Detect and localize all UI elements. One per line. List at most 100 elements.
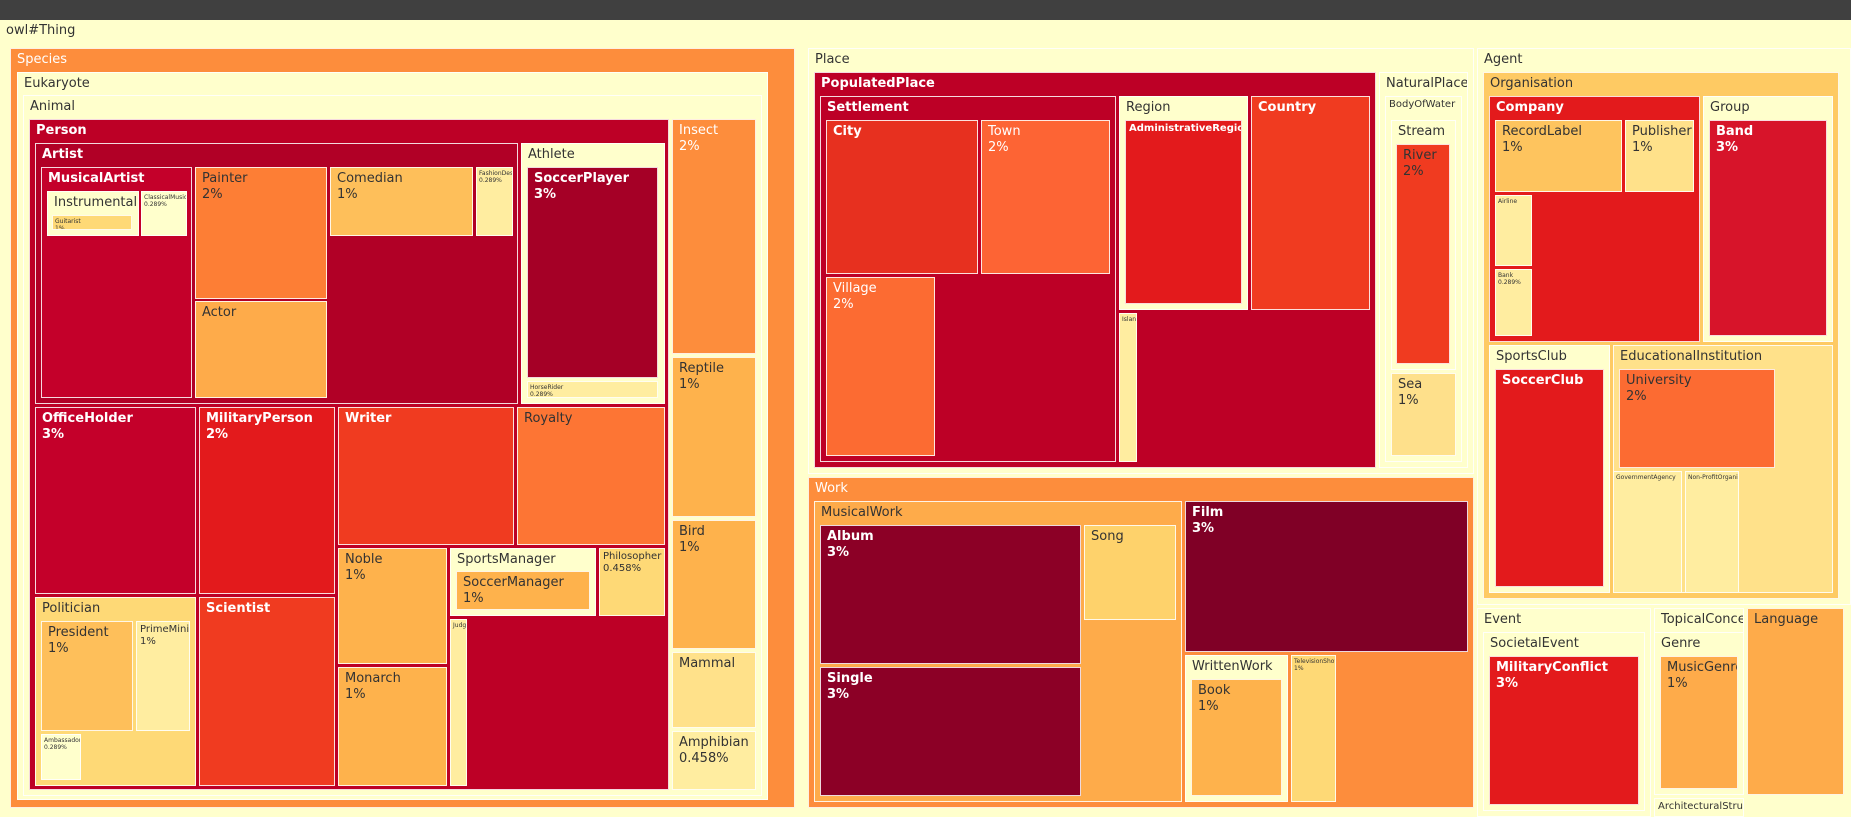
treemap-tile-noble[interactable]: Noble 1% xyxy=(338,548,447,664)
tile-label: Actor xyxy=(202,305,236,321)
tile-percent: 3% xyxy=(827,687,850,702)
treemap-tile-film[interactable]: Film 3% xyxy=(1185,501,1468,652)
tile-label: Country xyxy=(1258,100,1316,116)
treemap-tile-athlete-small[interactable]: HorseRider 0.289% xyxy=(527,381,658,398)
treemap-tile-band[interactable]: Band 3% xyxy=(1709,120,1827,336)
tile-label: Band 3% xyxy=(1716,124,1753,156)
treemap-tile-single[interactable]: Single 3% xyxy=(820,667,1081,796)
tile-label: Region xyxy=(1126,100,1171,116)
tile-label-text: Comedian xyxy=(337,171,403,186)
treemap-tile-mammal[interactable]: Mammal xyxy=(672,652,756,728)
treemap-tile-scientist[interactable]: Scientist xyxy=(199,597,335,786)
treemap-tile-reptile[interactable]: Reptile 1% xyxy=(672,357,756,517)
treemap-tile-televisionshow[interactable]: TelevisionShow 1% xyxy=(1291,655,1336,802)
tile-percent: 1% xyxy=(337,187,358,202)
tile-label: Guitarist 1% xyxy=(55,218,81,229)
treemap-tile-nonprofit[interactable]: Non-ProfitOrganisation xyxy=(1685,471,1739,593)
tile-label: Scientist xyxy=(206,601,270,617)
tile-percent: 0.289% xyxy=(1498,279,1521,286)
treemap-tile-adminregion[interactable]: AdministrativeRegion xyxy=(1125,120,1242,304)
treemap-tile-archstructure[interactable]: ArchitecturalStructure xyxy=(1654,798,1744,817)
tile-label: Genre xyxy=(1661,636,1700,652)
treemap-tile-song[interactable]: Song xyxy=(1084,525,1176,620)
treemap-tile-soccerclub[interactable]: SoccerClub xyxy=(1495,369,1604,587)
treemap-tile-bank[interactable]: Bank 0.289% xyxy=(1495,269,1532,336)
treemap-tile-sea[interactable]: Sea 1% xyxy=(1391,373,1456,456)
treemap-tile-publisher[interactable]: Publisher 1% xyxy=(1625,120,1694,192)
treemap-tile-primeminister[interactable]: PrimeMinister1% xyxy=(136,621,190,731)
treemap-tile-militaryperson[interactable]: MilitaryPerson 2% xyxy=(199,407,335,594)
treemap-tile-album[interactable]: Album 3% xyxy=(820,525,1081,664)
tile-label-text: Agent xyxy=(1484,52,1523,67)
treemap-tile-person-small[interactable]: Judge xyxy=(450,619,467,786)
treemap-tile-soccerplayer[interactable]: SoccerPlayer 3% xyxy=(527,167,658,378)
treemap-tile-soccermanager[interactable]: SoccerManager 1% xyxy=(456,571,590,610)
treemap-tile-university[interactable]: University 2% xyxy=(1619,369,1775,468)
tile-label-text: Actor xyxy=(202,305,237,320)
treemap-tile-pp-small[interactable]: Island xyxy=(1119,313,1137,462)
treemap-tile-actor[interactable]: Actor xyxy=(195,301,327,398)
tile-label-text: Region xyxy=(1126,100,1171,115)
tile-label: Reptile 1% xyxy=(679,361,724,393)
treemap-tile-royalty[interactable]: Royalty xyxy=(517,407,665,545)
treemap-tile-amphibian[interactable]: Amphibian 0.458% xyxy=(672,731,756,790)
treemap-tile-govagency[interactable]: GovernmentAgency xyxy=(1613,471,1682,593)
tile-label-text: PrimeMinister xyxy=(140,624,190,635)
treemap-tile-river[interactable]: River 2% xyxy=(1396,144,1450,364)
tile-label-text: Book xyxy=(1198,683,1231,698)
tile-label: Airline xyxy=(1498,198,1517,205)
tile-label-text: OfficeHolder xyxy=(42,411,133,426)
tile-label: Instrumentalist xyxy=(54,195,138,211)
tile-label: SportsManager xyxy=(457,552,556,568)
tile-label: Island xyxy=(1122,316,1136,323)
tile-label: Eukaryote xyxy=(24,76,90,92)
tile-label: Place xyxy=(815,52,850,68)
tile-label: SoccerManager 1% xyxy=(463,575,564,607)
treemap-tile-painter[interactable]: Painter 2% xyxy=(195,167,327,299)
treemap-tile-fashiondesigner[interactable]: FashionDesigner0.289% xyxy=(476,167,513,236)
treemap-tile-country[interactable]: Country xyxy=(1251,96,1370,310)
tile-label-text: Athlete xyxy=(528,147,575,162)
tile-label: BodyOfWater xyxy=(1389,99,1455,111)
tile-percent: 3% xyxy=(1192,521,1215,536)
treemap-tile-writer[interactable]: Writer xyxy=(338,407,514,545)
treemap-tile-militaryconflict[interactable]: MilitaryConflict 3% xyxy=(1489,656,1639,805)
tile-label-text: Person xyxy=(36,123,87,138)
treemap-tile-village[interactable]: Village 2% xyxy=(826,277,935,456)
tile-label-text: SoccerPlayer xyxy=(534,171,629,186)
tile-label-text: WrittenWork xyxy=(1192,659,1273,674)
tile-label-text: Insect xyxy=(679,123,719,138)
tile-percent: 0.289% xyxy=(530,391,553,398)
treemap-tile-insect[interactable]: Insect 2% xyxy=(672,119,756,354)
tile-label-text: Ambassador xyxy=(44,737,81,744)
tile-percent: 2% xyxy=(679,139,700,154)
tile-label-text: HorseRider xyxy=(530,384,564,391)
treemap-tile-musicgenre[interactable]: MusicGenre 1% xyxy=(1660,656,1738,789)
tile-label: MusicGenre 1% xyxy=(1667,660,1737,692)
tile-label: OfficeHolder 3% xyxy=(42,411,133,443)
tile-percent: 1% xyxy=(463,591,484,606)
tile-label-text: Bird xyxy=(679,524,705,539)
tile-label-text: Non-ProfitOrganisation xyxy=(1688,474,1738,481)
treemap-tile-bird[interactable]: Bird 1% xyxy=(672,520,756,649)
treemap-tile-monarch[interactable]: Monarch 1% xyxy=(338,667,447,786)
treemap-tile-president[interactable]: President 1% xyxy=(41,621,133,731)
treemap-tile-philosopher[interactable]: Philosopher 0.458% xyxy=(599,548,665,616)
tile-percent: 1% xyxy=(48,641,69,656)
tile-label: Language xyxy=(1754,612,1818,628)
treemap-tile-ambassador[interactable]: Ambassador 0.289% xyxy=(41,734,81,780)
treemap-tile-officeholder[interactable]: OfficeHolder 3% xyxy=(35,407,196,594)
treemap-tile-classical[interactable]: ClassicalMusicArtist0.289% xyxy=(141,191,187,236)
tile-label: City xyxy=(833,124,862,140)
tile-label-text: SportsManager xyxy=(457,552,556,567)
treemap-tile-company-small[interactable]: Airline xyxy=(1495,195,1532,266)
treemap-tile-town[interactable]: Town 2% xyxy=(981,120,1110,274)
treemap-tile-city[interactable]: City xyxy=(826,120,978,274)
treemap-tile-recordlabel[interactable]: RecordLabel 1% xyxy=(1495,120,1622,192)
tile-label: Song xyxy=(1091,529,1124,545)
treemap-tile-language[interactable]: Language xyxy=(1747,608,1844,795)
treemap-tile-comedian[interactable]: Comedian 1% xyxy=(330,167,473,236)
treemap-tile-instr-child[interactable]: Guitarist 1% xyxy=(52,215,132,230)
tile-label: Writer xyxy=(345,411,391,427)
treemap-tile-book[interactable]: Book 1% xyxy=(1191,679,1282,796)
